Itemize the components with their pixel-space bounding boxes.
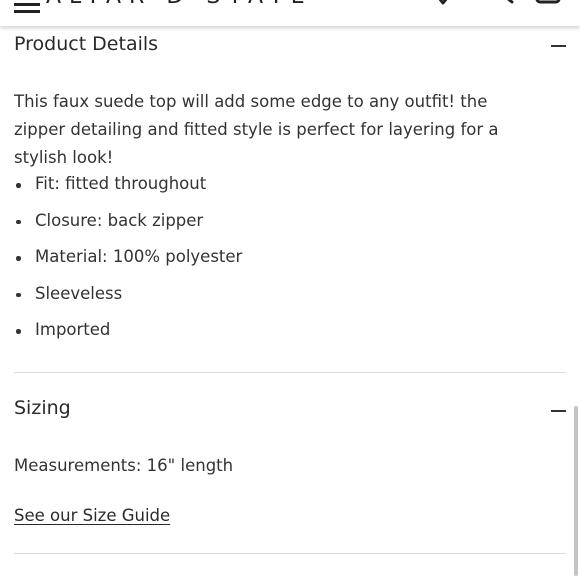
list-item: Fit: fitted throughout — [14, 170, 242, 207]
list-item: Sleeveless — [14, 280, 242, 317]
product-details-heading[interactable]: Product Details — [14, 33, 158, 55]
size-guide-link[interactable]: See our Size Guide — [14, 502, 170, 530]
product-description: This faux suede top will add some edge t… — [14, 92, 499, 167]
search-icon[interactable] — [480, 0, 516, 12]
product-page: ALTAR'D STATE Product Details This faux … — [0, 0, 580, 580]
measurements-text: Measurements: 16" length — [14, 456, 234, 475]
list-item: Material: 100% polyester — [14, 243, 242, 280]
menu-icon[interactable] — [14, 0, 40, 13]
site-header: ALTAR'D STATE — [0, 0, 580, 26]
product-feature-list: Fit: fitted throughout Closure: back zip… — [14, 170, 242, 353]
list-item: Closure: back zipper — [14, 207, 242, 244]
bag-icon[interactable] — [534, 0, 562, 12]
collapse-minus-icon[interactable] — [551, 410, 566, 412]
brand-logo[interactable]: ALTAR'D STATE — [46, 0, 313, 9]
heart-icon[interactable] — [428, 0, 458, 12]
section-divider — [14, 553, 566, 554]
section-divider — [14, 372, 566, 373]
collapse-minus-icon[interactable] — [551, 45, 566, 47]
list-item: Imported — [14, 316, 242, 353]
sizing-heading[interactable]: Sizing — [14, 397, 71, 419]
scrollbar[interactable] — [574, 406, 578, 576]
